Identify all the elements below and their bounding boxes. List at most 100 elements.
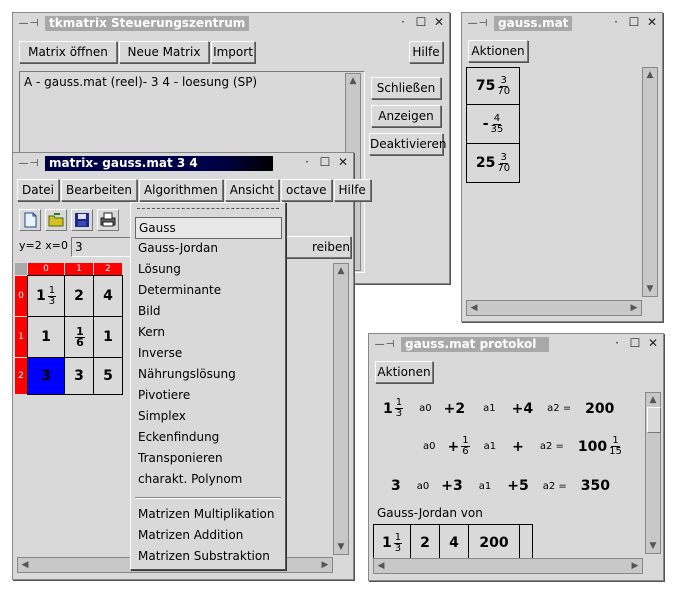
menu-item-char-polynom[interactable]: charakt. Polynom (135, 469, 280, 489)
menu-item-transponieren[interactable]: Transponieren (135, 448, 280, 468)
window-menu-icon[interactable]: —⊣ (13, 18, 45, 29)
vertical-scrollbar[interactable]: ▲ ▼ (645, 392, 661, 554)
matrix-titlebar[interactable]: —⊣ matrix- gauss.mat 3 4 · ☐ ✕ (13, 153, 353, 173)
scroll-down-icon[interactable]: ▼ (644, 283, 656, 295)
menu-ansicht[interactable]: Ansicht (224, 179, 280, 201)
actions-button[interactable]: Aktionen (468, 40, 528, 62)
close-icon[interactable]: ✕ (647, 336, 659, 350)
menu-algorithmen[interactable]: Algorithmen (138, 179, 223, 201)
minimize-icon[interactable]: · (610, 15, 622, 29)
column-header[interactable]: 1 (65, 263, 93, 275)
window-menu-icon[interactable]: —⊣ (462, 18, 494, 29)
gauss-mat-window: —⊣ gauss.mat · ☐ ✕ Aktionen 75 3 70 -4 35 25 3… (461, 12, 663, 322)
scroll-up-icon[interactable]: ▲ (335, 265, 347, 277)
maximize-icon[interactable]: ☐ (415, 15, 427, 29)
open-matrix-button[interactable]: Matrix öffnen (19, 41, 117, 63)
menu-item-simplex[interactable]: Simplex (135, 406, 280, 426)
scroll-left-icon[interactable]: ◀ (19, 559, 31, 571)
new-matrix-button[interactable]: Neue Matrix (119, 41, 209, 63)
scroll-right-icon[interactable]: ▶ (319, 559, 331, 571)
maximize-icon[interactable]: ☐ (629, 336, 641, 350)
equation-row: a0 +1 6 a1 + a2 = 100 1 15 (423, 435, 622, 457)
menu-item-gauss[interactable]: Gauss (135, 217, 282, 239)
close-icon[interactable]: ✕ (646, 15, 658, 29)
menu-item-pivotiere[interactable]: Pivotiere (135, 385, 280, 405)
help-button[interactable]: Hilfe (409, 41, 443, 63)
matrix-cell[interactable]: 4 (93, 275, 123, 317)
scroll-down-icon[interactable]: ▼ (335, 541, 347, 553)
menu-item-gauss-jordan[interactable]: Gauss-Jordan (135, 238, 280, 258)
actions-button[interactable]: Aktionen (375, 361, 433, 383)
gauss-jordan-table: 113 2 4 200 (373, 524, 533, 562)
scroll-left-icon[interactable]: ◀ (468, 302, 480, 314)
menu-item-subtraction[interactable]: Matrizen Substraktion (135, 546, 280, 566)
window-menu-icon[interactable]: —⊣ (369, 339, 401, 350)
open-folder-icon[interactable] (45, 209, 67, 231)
horizontal-scrollbar[interactable]: ◀ ▶ (373, 558, 643, 574)
tearoff-line[interactable] (137, 208, 279, 209)
position-label: y=2 x=0 (19, 239, 68, 252)
menu-octave[interactable]: octave (281, 179, 332, 201)
result-cell: -4 35 (466, 104, 520, 144)
menu-item-inverse[interactable]: Inverse (135, 343, 280, 363)
minimize-icon[interactable]: · (611, 336, 623, 350)
scroll-left-icon[interactable]: ◀ (375, 560, 387, 572)
close-matrix-button[interactable]: Schließen (371, 77, 441, 99)
deactivate-button[interactable]: Deaktivieren (369, 133, 446, 155)
minimize-icon[interactable]: · (397, 15, 409, 29)
scroll-up-icon[interactable]: ▲ (347, 75, 359, 87)
matrix-cell-selected[interactable]: 3 (27, 357, 65, 395)
row-header[interactable]: 0 (15, 276, 27, 316)
menu-item-determinante[interactable]: Determinante (135, 280, 280, 300)
corner-header (15, 263, 27, 275)
menu-bearbeiten[interactable]: Bearbeiten (61, 179, 137, 201)
cell-entry[interactable]: 3 (71, 237, 133, 257)
horizontal-scrollbar[interactable]: ◀ ▶ (466, 300, 642, 316)
vertical-scrollbar[interactable]: ▲ ▼ (333, 263, 349, 555)
show-matrix-button[interactable]: Anzeigen (371, 105, 441, 127)
matrix-cell[interactable]: 2 (64, 275, 94, 317)
matrix-cell[interactable]: 1 (27, 316, 65, 358)
matrix-cell[interactable]: 113 (27, 275, 65, 317)
menu-item-multiplication[interactable]: Matrizen Multiplikation (135, 504, 280, 524)
column-header[interactable]: 0 (28, 263, 64, 275)
matrix-cell[interactable]: 16 (64, 316, 94, 358)
minimize-icon[interactable]: · (301, 155, 313, 169)
menu-item-addition[interactable]: Matrizen Addition (135, 525, 280, 545)
row-header[interactable]: 1 (15, 317, 27, 357)
window-title: gauss.mat protokol (401, 336, 549, 352)
scroll-right-icon[interactable]: ▶ (628, 302, 640, 314)
matrix-cell[interactable]: 3 (64, 357, 94, 395)
close-icon[interactable]: ✕ (337, 155, 349, 169)
scroll-right-icon[interactable]: ▶ (629, 560, 641, 572)
menu-datei[interactable]: Datei (17, 179, 60, 201)
matrix-cell[interactable]: 1 (93, 316, 123, 358)
maximize-icon[interactable]: ☐ (319, 155, 331, 169)
protocol-titlebar[interactable]: —⊣ gauss.mat protokol · ☐ ✕ (369, 334, 663, 354)
column-header[interactable]: 2 (94, 263, 122, 275)
control-window-titlebar[interactable]: —⊣ tkmatrix Steuerungszentrum · ☐ ✕ (13, 13, 449, 33)
window-menu-icon[interactable]: —⊣ (13, 158, 45, 169)
scroll-up-icon[interactable]: ▲ (647, 394, 659, 406)
new-file-icon[interactable] (19, 209, 41, 231)
vertical-scrollbar[interactable]: ▲ ▼ (642, 67, 658, 297)
scroll-thumb[interactable] (647, 407, 661, 433)
matrix-cell[interactable]: 5 (93, 357, 123, 395)
maximize-icon[interactable]: ☐ (628, 15, 640, 29)
row-header[interactable]: 2 (15, 358, 27, 394)
menu-item-eckenfindung[interactable]: Eckenfindung (135, 427, 280, 447)
save-icon[interactable] (71, 209, 93, 231)
matrix-list-item[interactable]: A - gauss.mat (reel)- 3 4 - loesung (SP) (24, 75, 257, 89)
menu-item-bild[interactable]: Bild (135, 301, 280, 321)
gauss-jordan-label: Gauss-Jordan von (377, 506, 483, 520)
menu-item-naehrungsloesung[interactable]: Nährungslösung (135, 364, 280, 384)
menu-item-kern[interactable]: Kern (135, 322, 280, 342)
scroll-up-icon[interactable]: ▲ (644, 69, 656, 81)
close-icon[interactable]: ✕ (433, 15, 445, 29)
menu-hilfe[interactable]: Hilfe (333, 179, 371, 201)
menu-item-loesung[interactable]: Lösung (135, 259, 280, 279)
gauss-mat-titlebar[interactable]: —⊣ gauss.mat · ☐ ✕ (462, 13, 662, 33)
scroll-down-icon[interactable]: ▼ (647, 540, 659, 552)
print-icon[interactable] (97, 209, 119, 231)
import-button[interactable]: Import (211, 41, 255, 63)
